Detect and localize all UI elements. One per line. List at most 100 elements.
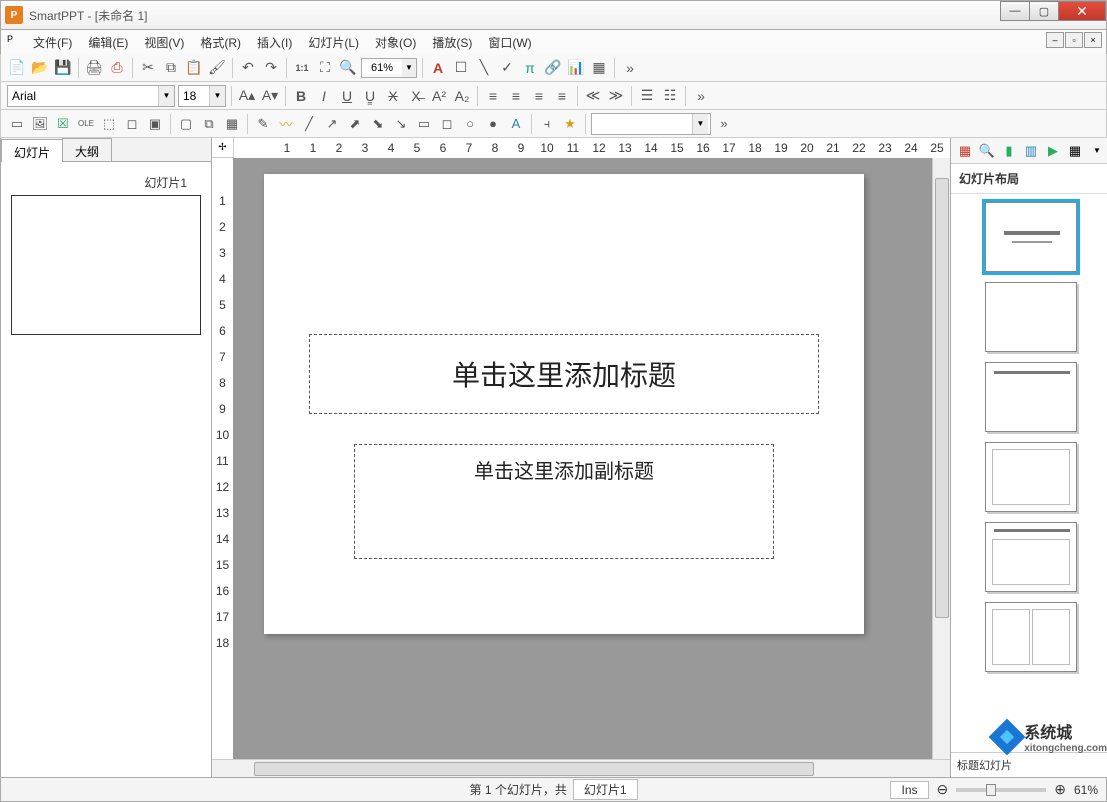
textbox-tool-icon[interactable]: A	[506, 114, 526, 134]
menu-window[interactable]: 窗口(W)	[482, 32, 537, 53]
menu-slide[interactable]: 幻灯片(L)	[302, 32, 365, 53]
link-icon[interactable]: 🔗	[543, 58, 563, 78]
maximize-button[interactable]: ▢	[1029, 1, 1059, 21]
layout-content[interactable]	[985, 442, 1077, 512]
panel-ico3[interactable]: ▮	[999, 141, 1019, 161]
format-paint-icon[interactable]: 🖌	[207, 58, 227, 78]
connector3-icon[interactable]: ↘	[391, 114, 411, 134]
zoom-in-icon[interactable]: ⊕	[1054, 781, 1066, 798]
italic-icon[interactable]: I	[314, 86, 334, 106]
slide-thumbnail[interactable]	[11, 195, 201, 335]
spell-icon[interactable]: ✓	[497, 58, 517, 78]
status-ins[interactable]: Ins	[890, 781, 928, 799]
zoom-11-icon[interactable]: 1:1	[292, 58, 312, 78]
subscript-icon[interactable]: A₂	[452, 86, 472, 106]
font-name-input[interactable]	[8, 89, 158, 103]
underline-icon[interactable]: U	[337, 86, 357, 106]
zoom-out-icon[interactable]: ⊖	[937, 781, 949, 798]
menu-edit[interactable]: 编辑(E)	[82, 32, 134, 53]
shape-arrange-icon[interactable]: ▦	[222, 114, 242, 134]
copy-icon[interactable]: ⧉	[161, 58, 181, 78]
indent-inc-icon[interactable]: ≫	[606, 86, 626, 106]
menu-format[interactable]: 格式(R)	[194, 32, 247, 53]
align-right-icon[interactable]: ≡	[529, 86, 549, 106]
subtitle-placeholder[interactable]: 单击这里添加副标题	[354, 444, 774, 559]
double-underline-icon[interactable]: U̳	[360, 86, 380, 106]
grow-font-icon[interactable]: A▴	[237, 86, 257, 106]
style-combo[interactable]: ▼	[591, 113, 711, 135]
shape-square-icon[interactable]: ◻	[122, 114, 142, 134]
mdi-close-button[interactable]: ×	[1084, 32, 1102, 48]
dropdown-icon[interactable]: ▼	[158, 86, 174, 106]
horizontal-ruler[interactable]: 1123456789101112131415161718192021222324…	[234, 138, 950, 158]
zoom-combo[interactable]: ▼	[361, 58, 417, 78]
superscript-icon[interactable]: A²	[429, 86, 449, 106]
bullets-icon[interactable]: ☰	[637, 86, 657, 106]
layout-title-slide[interactable]	[985, 202, 1077, 272]
print-icon[interactable]: 🖨	[84, 58, 104, 78]
redo-icon[interactable]: ↷	[261, 58, 281, 78]
layout-two-content[interactable]	[985, 602, 1077, 672]
vertical-scrollbar[interactable]	[932, 158, 950, 759]
shape-text-icon[interactable]: ☒	[53, 114, 73, 134]
line-tool-icon[interactable]: ╱	[299, 114, 319, 134]
open-icon[interactable]: 📂	[30, 58, 50, 78]
dropdown-icon[interactable]: ▼	[209, 86, 225, 106]
zoom-input[interactable]	[362, 62, 402, 74]
shape-ole-icon[interactable]: OLE	[76, 114, 96, 134]
layout-title-only[interactable]	[985, 362, 1077, 432]
bold-icon[interactable]: B	[291, 86, 311, 106]
shape-rect-icon[interactable]: ▭	[7, 114, 27, 134]
font-color-icon[interactable]: A	[428, 58, 448, 78]
slide-canvas[interactable]: 单击这里添加标题 单击这里添加副标题	[234, 158, 932, 759]
layout-blank[interactable]	[985, 282, 1077, 352]
horizontal-scrollbar[interactable]	[212, 759, 950, 777]
layout-title-content[interactable]	[985, 522, 1077, 592]
panel-ico4[interactable]: ▥	[1021, 141, 1041, 161]
menu-view[interactable]: 视图(V)	[138, 32, 190, 53]
align-objects-icon[interactable]: ⫞	[537, 114, 557, 134]
panel-ico5[interactable]: ▶	[1043, 141, 1063, 161]
paste-icon[interactable]: 📋	[184, 58, 204, 78]
line-icon[interactable]: ╲	[474, 58, 494, 78]
new-icon[interactable]: 📄	[7, 58, 27, 78]
dropdown-icon[interactable]: ▼	[1087, 141, 1107, 161]
align-center-icon[interactable]: ≡	[506, 86, 526, 106]
chart-icon[interactable]: 📊	[566, 58, 586, 78]
arrow-tool-icon[interactable]: ↗	[322, 114, 342, 134]
square-tool-icon[interactable]: ◻	[437, 114, 457, 134]
overflow-icon[interactable]: »	[691, 86, 711, 106]
font-size-combo[interactable]: ▼	[178, 85, 226, 107]
tab-outline[interactable]: 大纲	[62, 138, 112, 161]
shape-frame-icon[interactable]: ▣	[145, 114, 165, 134]
menu-object[interactable]: 对象(O)	[369, 32, 422, 53]
strike-icon[interactable]: X	[383, 86, 403, 106]
overflow-icon[interactable]: »	[620, 58, 640, 78]
pdf-icon[interactable]: ⎙	[107, 58, 127, 78]
menu-insert[interactable]: 插入(I)	[251, 32, 298, 53]
menu-play[interactable]: 播放(S)	[426, 32, 478, 53]
shape-image-icon[interactable]: 🖼	[30, 114, 50, 134]
curve-icon[interactable]: 〰	[276, 114, 296, 134]
ellipse-tool-icon[interactable]: ○	[460, 114, 480, 134]
dropdown-icon[interactable]: ▼	[692, 114, 708, 134]
panel-ico2[interactable]: 🔍	[977, 141, 997, 161]
panel-ico6[interactable]: ▦	[1065, 141, 1085, 161]
align-left-icon[interactable]: ≡	[483, 86, 503, 106]
save-icon[interactable]: 💾	[53, 58, 73, 78]
dropdown-icon[interactable]: ▼	[402, 59, 416, 77]
undo-icon[interactable]: ↶	[238, 58, 258, 78]
style-input[interactable]	[592, 117, 692, 131]
star-tool-icon[interactable]: ★	[560, 114, 580, 134]
mdi-restore-button[interactable]: ▫	[1065, 32, 1083, 48]
indent-dec-icon[interactable]: ≪	[583, 86, 603, 106]
circle-tool-icon[interactable]: ●	[483, 114, 503, 134]
tab-slides[interactable]: 幻灯片	[1, 139, 63, 162]
close-button[interactable]: ✕	[1058, 1, 1106, 21]
shape-dupe-icon[interactable]: ⧉	[199, 114, 219, 134]
overflow-icon[interactable]: »	[714, 114, 734, 134]
zoom-icon[interactable]: 🔍	[338, 58, 358, 78]
title-placeholder[interactable]: 单击这里添加标题	[309, 334, 819, 414]
font-size-input[interactable]	[179, 89, 209, 103]
font-name-combo[interactable]: ▼	[7, 85, 175, 107]
